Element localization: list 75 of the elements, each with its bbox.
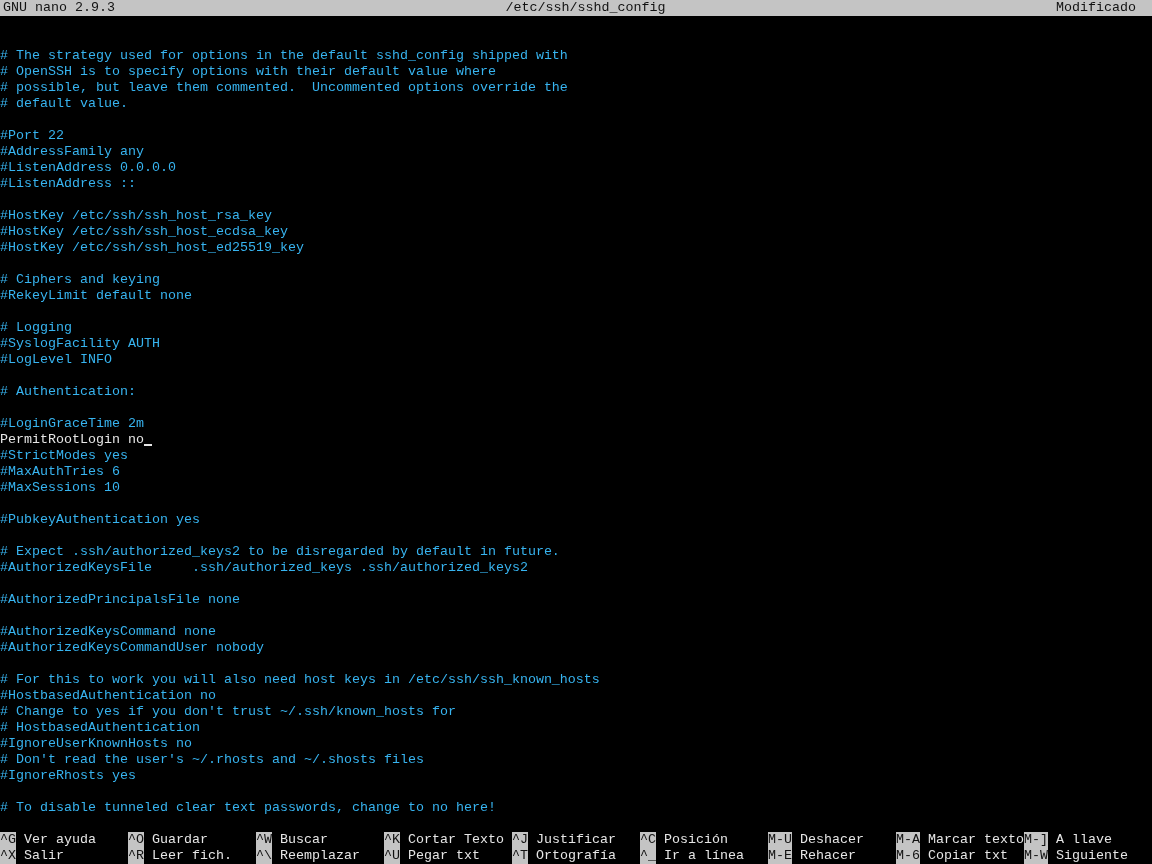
shortcut-label: Guardar: [152, 832, 208, 848]
code-line: # For this to work you will also need host keys in /etc/ssh/ssh_known_hosts: [0, 672, 600, 688]
shortcut-label: Posición: [664, 832, 728, 848]
code-line: #ListenAddress 0.0.0.0: [0, 160, 176, 176]
code-line: # Don't read the user's ~/.rhosts and ~/.shosts files: [0, 752, 424, 768]
shortcut-key: ^K: [384, 832, 400, 848]
shortcut-label: Buscar: [280, 832, 328, 848]
code-line: # Expect .ssh/authorized_keys2 to be disregarded by default in future.: [0, 544, 560, 560]
code-line: #HostKey /etc/ssh/ssh_host_ed25519_key: [0, 240, 304, 256]
code-line: # HostbasedAuthentication: [0, 720, 200, 736]
shortcut-label: Marcar texto: [928, 832, 1024, 848]
shortcut-key: M-A: [896, 832, 920, 848]
code-line: # OpenSSH is to specify options with their default value where: [0, 64, 496, 80]
code-line: # The strategy used for options in the default sshd_config shipped with: [0, 48, 568, 64]
shortcut-key: ^\: [256, 848, 272, 864]
code-line: #IgnoreUserKnownHosts no: [0, 736, 192, 752]
code-line: #ListenAddress ::: [0, 176, 136, 192]
code-line: # possible, but leave them commented. Uncommented options override the: [0, 80, 568, 96]
code-line: #LogLevel INFO: [0, 352, 112, 368]
code-line: #LoginGraceTime 2m: [0, 416, 144, 432]
code-line: #AuthorizedKeysCommandUser nobody: [0, 640, 264, 656]
shortcut-key: ^G: [0, 832, 16, 848]
code-line: #AuthorizedKeysCommand none: [0, 624, 216, 640]
file-path: /etc/ssh/sshd_config: [505, 0, 666, 16]
code-line: # Logging: [0, 320, 72, 336]
code-line: # default value.: [0, 96, 128, 112]
code-line: #PubkeyAuthentication yes: [0, 512, 200, 528]
shortcut-label: Leer fich.: [152, 848, 232, 864]
code-line: # Change to yes if you don't trust ~/.ssh/known_hosts for: [0, 704, 456, 720]
app-version: GNU nano 2.9.3: [3, 0, 115, 16]
shortcut-key: M-6: [896, 848, 920, 864]
shortcut-key: ^O: [128, 832, 144, 848]
code-line: #HostbasedAuthentication no: [0, 688, 216, 704]
shortcut-label: A llave: [1056, 832, 1112, 848]
shortcut-label: Siguiente: [1056, 848, 1128, 864]
shortcut-key: M-W: [1024, 848, 1048, 864]
shortcut-key: ^T: [512, 848, 528, 864]
shortcut-key: ^J: [512, 832, 528, 848]
code-line: #HostKey /etc/ssh/ssh_host_ecdsa_key: [0, 224, 288, 240]
code-line: # Ciphers and keying: [0, 272, 160, 288]
code-line: #MaxSessions 10: [0, 480, 120, 496]
shortcut-label: Ver ayuda: [24, 832, 96, 848]
code-line: PermitRootLogin no: [0, 432, 144, 448]
shortcut-label: Copiar txt: [928, 848, 1008, 864]
modified-status: Modificado: [1056, 0, 1136, 16]
code-line: #AuthorizedPrincipalsFile none: [0, 592, 240, 608]
code-line: #RekeyLimit default none: [0, 288, 192, 304]
code-line: #AddressFamily any: [0, 144, 144, 160]
shortcut-label: Ir a línea: [664, 848, 744, 864]
shortcut-label: Rehacer: [800, 848, 856, 864]
shortcut-label: Deshacer: [800, 832, 864, 848]
code-line: #Port 22: [0, 128, 64, 144]
shortcut-key: ^U: [384, 848, 400, 864]
shortcut-label: Cortar Texto: [408, 832, 504, 848]
code-line: # To disable tunneled clear text passwords, change to no here!: [0, 800, 496, 816]
shortcut-key: M-E: [768, 848, 792, 864]
shortcut-key: ^W: [256, 832, 272, 848]
shortcut-key: M-U: [768, 832, 792, 848]
shortcut-label: Salir: [24, 848, 64, 864]
code-line: #HostKey /etc/ssh/ssh_host_rsa_key: [0, 208, 272, 224]
code-line: # Authentication:: [0, 384, 136, 400]
code-line: #AuthorizedKeysFile .ssh/authorized_keys .ssh/authorized_keys2: [0, 560, 528, 576]
code-line: #MaxAuthTries 6: [0, 464, 120, 480]
shortcut-key: ^R: [128, 848, 144, 864]
shortcut-key: M-]: [1024, 832, 1048, 848]
shortcut-key: ^X: [0, 848, 16, 864]
shortcut-label: Ortografía: [536, 848, 616, 864]
shortcut-key: ^C: [640, 832, 656, 848]
code-line: #SyslogFacility AUTH: [0, 336, 160, 352]
shortcut-label: Justificar: [536, 832, 616, 848]
shortcut-label: Pegar txt: [408, 848, 480, 864]
shortcut-label: Reemplazar: [280, 848, 360, 864]
code-line: #IgnoreRhosts yes: [0, 768, 136, 784]
shortcut-key: ^_: [640, 848, 656, 864]
code-line: #StrictModes yes: [0, 448, 128, 464]
